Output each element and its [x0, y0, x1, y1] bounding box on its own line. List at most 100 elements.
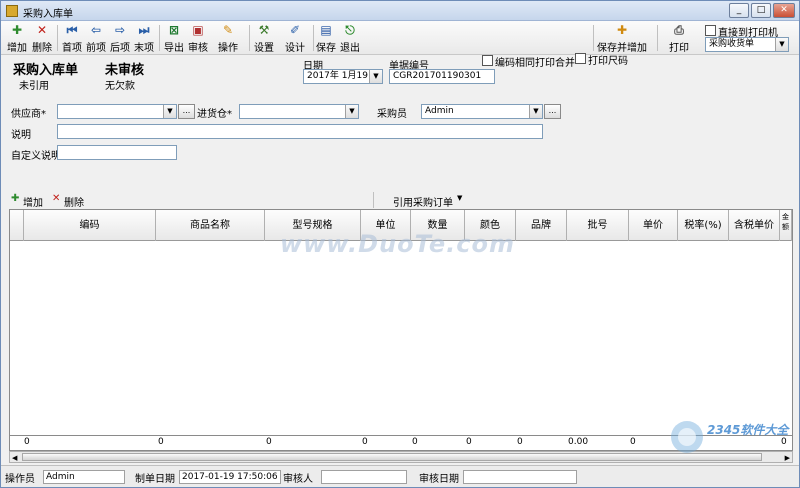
separator: [57, 25, 58, 51]
chevron-down-icon: ▼: [775, 38, 788, 51]
printer-icon: ⎙: [674, 23, 684, 37]
created-date-value: 2017-01-19 17:50:06: [179, 470, 281, 484]
chevron-down-icon: ▼: [163, 105, 176, 118]
settings-button[interactable]: ⚒ 设置: [253, 23, 275, 54]
audit-button[interactable]: ▣ 审核: [187, 23, 209, 54]
print-template-select[interactable]: 采购收货单 ▼: [705, 37, 789, 52]
brand-watermark: 2345软件大全: [663, 415, 799, 465]
grid-delete-button[interactable]: 删除: [64, 194, 84, 209]
ruler-print-label: 打印尺码: [588, 56, 628, 67]
total-cell: 0: [266, 437, 272, 447]
note-input[interactable]: [57, 124, 543, 139]
first-arrow-icon: ⏮: [66, 23, 78, 37]
created-date-label: 制单日期: [135, 474, 175, 485]
main-window: 采购入库单 _ □ ✕ ✚ 增加 ✕ 删除 ⏮ 首项 ⇦ 前项 ⇨ 后项 ⏭ 末…: [0, 0, 800, 488]
title-bar: 采购入库单 _ □ ✕: [1, 1, 799, 21]
design-icon: ✐: [289, 23, 301, 37]
warehouse-select[interactable]: ▼: [239, 104, 359, 119]
total-cell: 0: [362, 437, 368, 447]
separator: [657, 25, 658, 51]
buyer-select[interactable]: Admin ▼: [421, 104, 543, 119]
total-cell: 0: [412, 437, 418, 447]
total-cell: 0: [630, 437, 636, 447]
column-header[interactable]: 批号: [567, 210, 629, 241]
direct-print-checkbox[interactable]: [705, 25, 716, 36]
total-cell: 0: [158, 437, 164, 447]
docno-field[interactable]: CGR201701190301: [389, 69, 495, 84]
watermark-text: www.DuoTe.com: [280, 230, 515, 258]
supplier-label: 供应商*: [11, 109, 46, 120]
document-title: 采购入库单: [13, 63, 79, 78]
date-picker[interactable]: 2017年 1月19日 ▼: [303, 69, 383, 84]
print-menu-button[interactable]: ⎙ 打印: [665, 23, 693, 54]
chevron-down-icon: ▼: [369, 70, 382, 83]
buyer-lookup-button[interactable]: ...: [544, 104, 561, 119]
auditor-label: 审核人: [283, 474, 313, 485]
audit-date-label: 审核日期: [419, 474, 459, 485]
supplier-select[interactable]: ▼: [57, 104, 177, 119]
buyer-label: 采购员: [377, 109, 407, 120]
window-title: 采购入库单: [23, 9, 73, 20]
total-cell: 0: [466, 437, 472, 447]
audit-stamp-icon: ▣: [192, 23, 204, 37]
warehouse-label: 进货仓*: [197, 109, 232, 120]
payment-status: 无欠款: [105, 81, 135, 92]
column-header[interactable]: 金额: [780, 210, 792, 241]
total-cell: 0: [24, 437, 30, 447]
custom-note-input[interactable]: [57, 145, 177, 160]
merge-print-checkbox[interactable]: [482, 55, 493, 66]
chevron-down-icon: ▼: [457, 194, 463, 202]
column-header[interactable]: 税率(%): [678, 210, 729, 241]
column-header[interactable]: 单价: [629, 210, 678, 241]
column-header[interactable]: 编码: [24, 210, 156, 241]
operate-pencil-icon: ✎: [222, 23, 234, 37]
minimize-button[interactable]: _: [729, 3, 749, 18]
separator: [373, 192, 374, 208]
add-button[interactable]: ✚ 增加: [6, 23, 28, 54]
chevron-down-icon: ▼: [529, 105, 542, 118]
grid-delete-icon: ✕: [52, 193, 61, 204]
grid-add-button[interactable]: 增加: [23, 194, 43, 209]
excel-export-icon: ⊠: [168, 23, 180, 37]
prev-record-button[interactable]: ⇦ 前项: [85, 23, 107, 54]
scroll-thumb[interactable]: [22, 453, 762, 461]
save-and-add-button[interactable]: ✚ 保存并增加: [597, 23, 647, 54]
separator: [159, 25, 160, 51]
next-record-button[interactable]: ⇨ 后项: [109, 23, 131, 54]
items-grid[interactable]: 编码 商品名称 型号规格 单位 数量 颜色 品牌 批号 单价 税率(%) 含税单…: [9, 209, 793, 436]
settings-tools-icon: ⚒: [258, 23, 270, 37]
right-arrow-icon: ⇨: [114, 23, 126, 37]
merge-print-label: 编码相同打印合并: [495, 58, 575, 69]
supplier-lookup-button[interactable]: ...: [178, 104, 195, 119]
ruler-print-checkbox[interactable]: [575, 53, 586, 64]
last-arrow-icon: ⏭: [138, 23, 150, 37]
export-button[interactable]: ⊠ 导出: [163, 23, 185, 54]
first-record-button[interactable]: ⏮ 首项: [61, 23, 83, 54]
exit-button[interactable]: ⎋ 退出: [339, 23, 361, 54]
audit-status: 未审核: [105, 63, 145, 78]
auditor-value: [321, 470, 407, 484]
column-header[interactable]: 品牌: [516, 210, 567, 241]
custom-note-label: 自定义说明: [11, 151, 61, 162]
save-add-icon: ✚: [616, 23, 628, 37]
delete-button[interactable]: ✕ 删除: [31, 23, 53, 54]
toolbar: ✚ 增加 ✕ 删除 ⏮ 首项 ⇦ 前项 ⇨ 后项 ⏭ 末项 ⊠ 导出 ▣ 审核 …: [1, 21, 799, 55]
row-indicator-header: [10, 210, 24, 241]
close-button[interactable]: ✕: [773, 3, 795, 18]
maximize-button[interactable]: □: [751, 3, 771, 18]
total-cell: 0.00: [568, 437, 589, 447]
separator: [593, 25, 594, 51]
save-button[interactable]: ▤ 保存: [315, 23, 337, 54]
design-menu-button[interactable]: ✐ 设计: [281, 23, 309, 54]
operate-menu-button[interactable]: ✎ 操作: [213, 23, 243, 54]
separator: [249, 25, 250, 51]
last-record-button[interactable]: ⏭ 末项: [133, 23, 155, 54]
total-cell: 0: [517, 437, 523, 447]
column-header[interactable]: 商品名称: [156, 210, 265, 241]
left-arrow-icon: ⇦: [90, 23, 102, 37]
reference-order-button[interactable]: 引用采购订单: [393, 194, 453, 209]
column-header[interactable]: 含税单价: [729, 210, 780, 241]
operator-label: 操作员: [5, 474, 35, 485]
chevron-down-icon: ▼: [345, 105, 358, 118]
audit-date-value: [463, 470, 577, 484]
